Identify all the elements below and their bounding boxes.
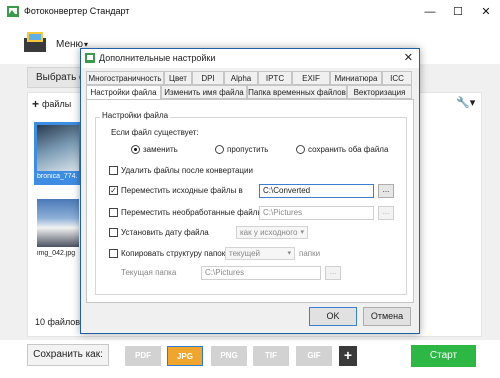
add-format-button[interactable]: + [339,346,357,366]
format-jpg-button[interactable]: JPG [167,346,203,366]
move-unprocessed-browse-button[interactable]: ... [378,206,394,220]
photo-thumbnail-image [37,125,79,171]
set-date-dropdown[interactable]: как у исходного ▾ [236,226,308,239]
radio-skip[interactable] [215,145,224,154]
plus-icon: + [32,97,40,111]
dialog-title: Дополнительные настройки [99,53,216,63]
close-window-button[interactable]: ✕ [472,0,500,24]
copy-structure-dropdown[interactable]: текущей ▾ [225,247,295,260]
tab-temp-folder[interactable]: Папка временных файлов [247,85,347,99]
file-thumbnail[interactable]: bronica_774. [34,122,82,185]
move-source-path-input[interactable]: C:\Converted [259,184,374,198]
add-files-button[interactable]: + файлы [32,97,71,111]
move-source-checkbox[interactable]: ✓ [109,186,118,195]
move-unprocessed-checkbox[interactable] [109,208,118,217]
dialog-app-icon [85,53,95,63]
maximize-button[interactable]: ☐ [444,0,472,24]
tab-color[interactable]: Цвет [164,71,192,85]
move-source-label[interactable]: Переместить исходные файлы в [121,186,243,195]
tab-rename-file[interactable]: Изменить имя файла [161,85,247,99]
set-date-value: как у исходного [240,228,298,237]
file-name: img_042.jpg [37,250,76,257]
tab-file-settings[interactable]: Настройки файла [86,85,161,100]
close-icon[interactable]: ✕ [404,51,413,64]
tab-icc[interactable]: ICC [382,71,412,85]
menu-button[interactable]: Меню [56,39,83,50]
wrench-icon[interactable]: 🔧▾ [456,96,475,109]
menu-logo-icon [24,32,46,52]
dialog-title-bar: Дополнительные настройки ✕ [81,49,419,68]
radio-keep-both[interactable] [296,145,305,154]
copy-structure-suffix: папки [299,249,321,258]
format-gif-button[interactable]: GIF [296,346,332,366]
radio-skip-label[interactable]: пропустить [227,145,268,154]
copy-structure-label[interactable]: Копировать структуру папок с [121,249,231,258]
minimize-button[interactable]: — [416,0,444,24]
move-source-browse-button[interactable]: ... [378,184,394,198]
start-button[interactable]: Старт [411,345,476,367]
photo-thumbnail-image [37,199,79,247]
format-tif-button[interactable]: TIF [253,346,289,366]
title-bar: Фотоконвертер Стандарт — ☐ ✕ [0,0,500,24]
select-files-button[interactable]: Выбрать фа [27,67,87,88]
tab-iptc[interactable]: IPTC [258,71,292,85]
chevron-down-icon: ▾ [300,229,304,236]
ok-button[interactable]: OK [309,307,357,326]
copy-structure-checkbox[interactable] [109,249,118,258]
set-date-label[interactable]: Установить дату файла [121,228,209,237]
tab-alpha[interactable]: Alpha [224,71,258,85]
app-icon [7,6,19,17]
tab-vectorization[interactable]: Векторизация [347,85,412,99]
cancel-button[interactable]: Отмена [363,307,411,326]
save-as-button[interactable]: Сохранить как: [27,344,109,366]
current-folder-path-input[interactable]: C:\Pictures [201,266,321,280]
tab-exif[interactable]: EXIF [292,71,330,85]
file-thumbnail[interactable]: img_042.jpg [34,196,82,264]
format-pdf-button[interactable]: PDF [125,346,161,366]
format-png-button[interactable]: PNG [211,346,247,366]
tab-thumbnail[interactable]: Миниатюра [330,71,382,85]
if-exists-label: Если файл существует: [111,128,199,137]
window-title: Фотоконвертер Стандарт [24,6,130,16]
radio-keep-both-label[interactable]: сохранить оба файла [308,145,388,154]
set-date-checkbox[interactable] [109,228,118,237]
current-folder-browse-button[interactable]: ... [325,266,341,280]
delete-after-label[interactable]: Удалить файлы после конвертации [121,166,253,175]
chevron-down-icon: ▾ [287,250,291,257]
add-files-label: файлы [42,99,72,109]
current-folder-label: Текущая папка [121,268,177,277]
advanced-settings-dialog: Дополнительные настройки ✕ Многостраничн… [80,48,420,334]
radio-replace[interactable] [131,145,140,154]
files-count: 10 файлов, С [35,317,85,327]
move-unprocessed-path-input[interactable]: C:\Pictures [259,206,374,220]
radio-replace-label[interactable]: заменить [143,145,178,154]
copy-structure-value: текущей [229,249,261,258]
file-name: bronica_774. [37,173,78,180]
group-label: Настройки файла [100,111,171,120]
tab-multipage[interactable]: Многостраничность [86,71,164,85]
delete-after-checkbox[interactable] [109,166,118,175]
tab-dpi[interactable]: DPI [192,71,224,85]
move-unprocessed-label[interactable]: Переместить необработанные файлы в [121,208,270,217]
